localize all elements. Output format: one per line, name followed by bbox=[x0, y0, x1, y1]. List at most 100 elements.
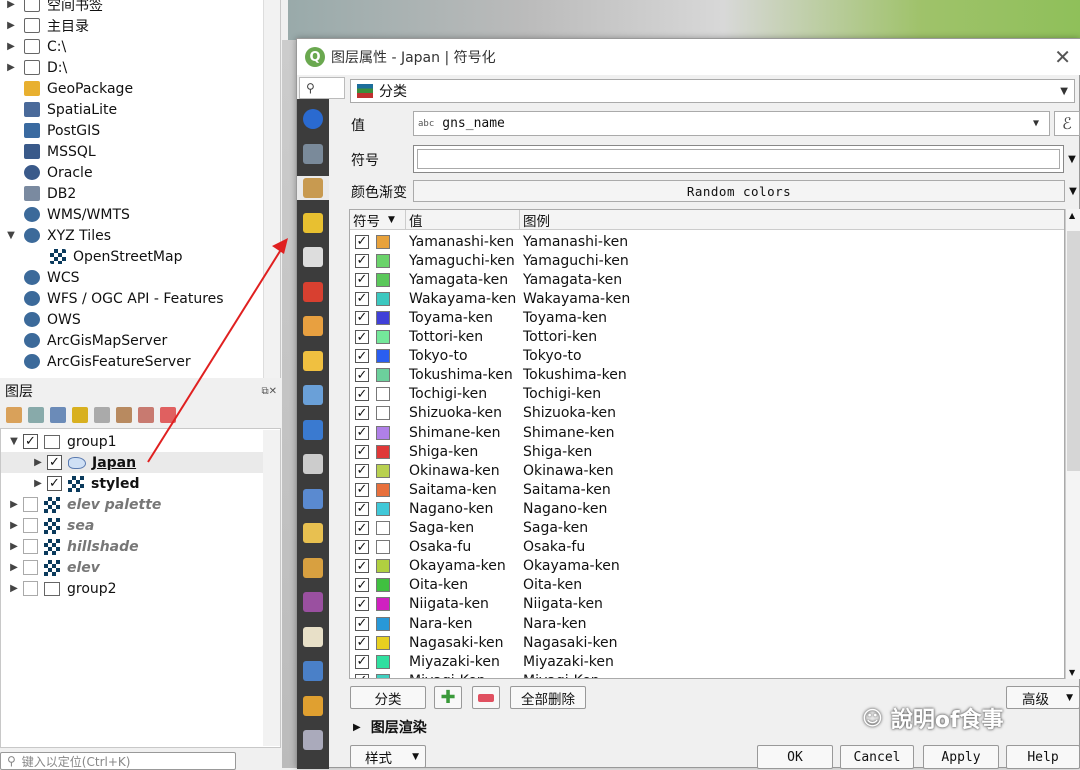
category-legend[interactable]: Osaka-fu bbox=[523, 539, 585, 555]
category-legend[interactable]: Nara-ken bbox=[523, 616, 587, 632]
layer-item[interactable]: ▶ ✓ styled bbox=[1, 473, 263, 494]
category-legend[interactable]: Miyagi-Ken bbox=[523, 673, 600, 678]
browser-item[interactable]: ▼ XYZ Tiles bbox=[0, 225, 111, 246]
category-legend[interactable]: Nagasaki-ken bbox=[523, 635, 618, 651]
expand-arrow-icon[interactable]: ▶ bbox=[0, 41, 22, 52]
browser-item[interactable]: PostGIS bbox=[0, 120, 100, 141]
browser-item[interactable]: ArcGisFeatureServer bbox=[0, 351, 191, 372]
category-legend[interactable]: Tochigi-ken bbox=[523, 386, 601, 402]
table-row[interactable]: ✓ Saga-ken Saga-ken bbox=[350, 519, 1064, 538]
ok-button[interactable]: OK bbox=[757, 745, 833, 769]
tab-dependencies-icon[interactable] bbox=[301, 659, 325, 683]
symbol-swatch[interactable] bbox=[376, 253, 390, 268]
tab-3d-view-icon[interactable] bbox=[301, 280, 325, 304]
collapse-arrow-icon[interactable]: ▼ bbox=[5, 436, 23, 447]
scroll-down-icon[interactable]: ▼ bbox=[1069, 668, 1075, 677]
remove-category-button[interactable] bbox=[472, 686, 500, 709]
category-checkbox[interactable]: ✓ bbox=[355, 654, 369, 669]
table-row[interactable]: ✓ Toyama-ken Toyama-ken bbox=[350, 308, 1064, 327]
category-checkbox[interactable]: ✓ bbox=[355, 330, 369, 344]
category-checkbox[interactable]: ✓ bbox=[355, 253, 369, 268]
tab-rendering-icon[interactable] bbox=[301, 556, 325, 580]
panel-float-close-icon[interactable]: ⧉✕ bbox=[261, 386, 277, 397]
apply-button[interactable]: Apply bbox=[923, 745, 999, 769]
visibility-checkbox[interactable] bbox=[23, 539, 38, 554]
category-checkbox[interactable]: ✓ bbox=[355, 616, 369, 631]
table-row[interactable]: ✓ Yamaguchi-ken Yamaguchi-ken bbox=[350, 251, 1064, 270]
layer-item[interactable]: ▶ elev palette bbox=[1, 494, 263, 515]
category-checkbox[interactable]: ✓ bbox=[355, 521, 369, 535]
expand-arrow-icon[interactable]: ▶ bbox=[0, 62, 22, 73]
table-row[interactable]: ✓ Tottori-ken Tottori-ken bbox=[350, 328, 1064, 347]
value-field-select[interactable]: abc gns_name ▼ bbox=[413, 111, 1050, 136]
close-icon[interactable]: ✕ bbox=[1054, 45, 1071, 69]
layer-item[interactable]: ▼ ✓ group1 bbox=[1, 431, 263, 452]
table-row[interactable]: ✓ Wakayama-ken Wakayama-ken bbox=[350, 289, 1064, 308]
symbol-swatch[interactable] bbox=[376, 521, 390, 535]
category-legend[interactable]: Tottori-ken bbox=[523, 329, 597, 345]
category-legend[interactable]: Saitama-ken bbox=[523, 482, 611, 498]
expand-all-icon[interactable] bbox=[116, 407, 132, 423]
table-row[interactable]: ✓ Osaka-fu Osaka-fu bbox=[350, 538, 1064, 557]
scroll-up-icon[interactable]: ▲ bbox=[1069, 211, 1075, 220]
visibility-eye-icon[interactable] bbox=[50, 407, 66, 423]
tab-labels-icon[interactable] bbox=[301, 211, 325, 235]
tab-diagrams-icon[interactable] bbox=[301, 314, 325, 338]
table-row[interactable]: ✓ Yamagata-ken Yamagata-ken bbox=[350, 270, 1064, 289]
category-legend[interactable]: Niigata-ken bbox=[523, 596, 603, 612]
tab-legend-icon[interactable] bbox=[301, 694, 325, 718]
tab-auxiliary-storage-icon[interactable] bbox=[301, 452, 325, 476]
table-row[interactable]: ✓ Miyagi-Ken Miyagi-Ken bbox=[350, 671, 1064, 678]
tab-joins-icon[interactable] bbox=[301, 418, 325, 442]
column-header-legend[interactable]: 图例 bbox=[520, 210, 1064, 230]
tab-actions-icon[interactable] bbox=[301, 487, 325, 511]
category-checkbox[interactable]: ✓ bbox=[355, 234, 369, 249]
remove-layer-icon[interactable] bbox=[160, 407, 176, 423]
category-checkbox[interactable]: ✓ bbox=[355, 310, 369, 325]
collapse-arrow-icon[interactable]: ▼ bbox=[0, 230, 22, 241]
category-legend[interactable]: Shiga-ken bbox=[523, 444, 592, 460]
browser-item[interactable]: ▶ 空间书签 bbox=[0, 0, 103, 15]
table-row[interactable]: ✓ Nagano-ken Nagano-ken bbox=[350, 499, 1064, 518]
renderer-select[interactable]: 分类 ▼ bbox=[350, 79, 1075, 103]
layer-item[interactable]: ▶ elev bbox=[1, 557, 263, 578]
category-legend[interactable]: Yamaguchi-ken bbox=[523, 253, 629, 269]
table-row[interactable]: ✓ Tokushima-ken Tokushima-ken bbox=[350, 366, 1064, 385]
expand-arrow-icon[interactable]: ▶ bbox=[5, 499, 23, 510]
add-category-button[interactable]: ✚ bbox=[434, 686, 462, 709]
visibility-checkbox[interactable]: ✓ bbox=[47, 476, 62, 491]
category-legend[interactable]: Shizuoka-ken bbox=[523, 405, 616, 421]
category-legend[interactable]: Toyama-ken bbox=[523, 310, 607, 326]
category-checkbox[interactable]: ✓ bbox=[355, 635, 369, 650]
table-scrollbar[interactable]: ▲ ▼ bbox=[1065, 209, 1080, 679]
symbol-swatch[interactable] bbox=[376, 234, 390, 249]
category-legend[interactable]: Miyazaki-ken bbox=[523, 654, 614, 670]
tab-display-icon[interactable] bbox=[301, 521, 325, 545]
browser-item[interactable]: ▶ 主目录 bbox=[0, 15, 89, 36]
symbol-swatch[interactable] bbox=[376, 463, 390, 478]
category-checkbox[interactable]: ✓ bbox=[355, 387, 369, 402]
category-checkbox[interactable]: ✓ bbox=[355, 597, 369, 612]
browser-item[interactable]: MSSQL bbox=[0, 141, 96, 162]
collapse-all-icon[interactable] bbox=[138, 407, 154, 423]
symbol-swatch[interactable] bbox=[376, 425, 390, 440]
category-checkbox[interactable]: ✓ bbox=[355, 673, 369, 678]
expand-arrow-icon[interactable]: ▶ bbox=[5, 583, 23, 594]
delete-all-button[interactable]: 全部删除 bbox=[510, 686, 586, 709]
layer-rendering-section[interactable]: ▶ 图层渲染 bbox=[353, 717, 427, 737]
table-row[interactable]: ✓ Shimane-ken Shimane-ken bbox=[350, 423, 1064, 442]
tab-metadata-icon[interactable] bbox=[301, 625, 325, 649]
category-checkbox[interactable]: ✓ bbox=[355, 463, 369, 478]
column-header-value[interactable]: 值 bbox=[406, 210, 520, 230]
locator-search[interactable]: ⚲ 键入以定位(Ctrl+K) bbox=[0, 752, 236, 770]
category-checkbox[interactable]: ✓ bbox=[355, 406, 369, 421]
style-button[interactable]: 样式 ▼ bbox=[350, 745, 426, 768]
classify-button[interactable]: 分类 bbox=[350, 686, 426, 709]
browser-item[interactable]: OpenStreetMap bbox=[26, 246, 182, 267]
visibility-checkbox[interactable]: ✓ bbox=[47, 455, 62, 470]
expand-arrow-icon[interactable]: ▶ bbox=[29, 478, 47, 489]
category-legend[interactable]: Yamagata-ken bbox=[523, 272, 622, 288]
tab-source-icon[interactable] bbox=[301, 142, 325, 166]
category-checkbox[interactable]: ✓ bbox=[355, 482, 369, 497]
advanced-button[interactable]: 高级 ▼ bbox=[1006, 686, 1080, 709]
